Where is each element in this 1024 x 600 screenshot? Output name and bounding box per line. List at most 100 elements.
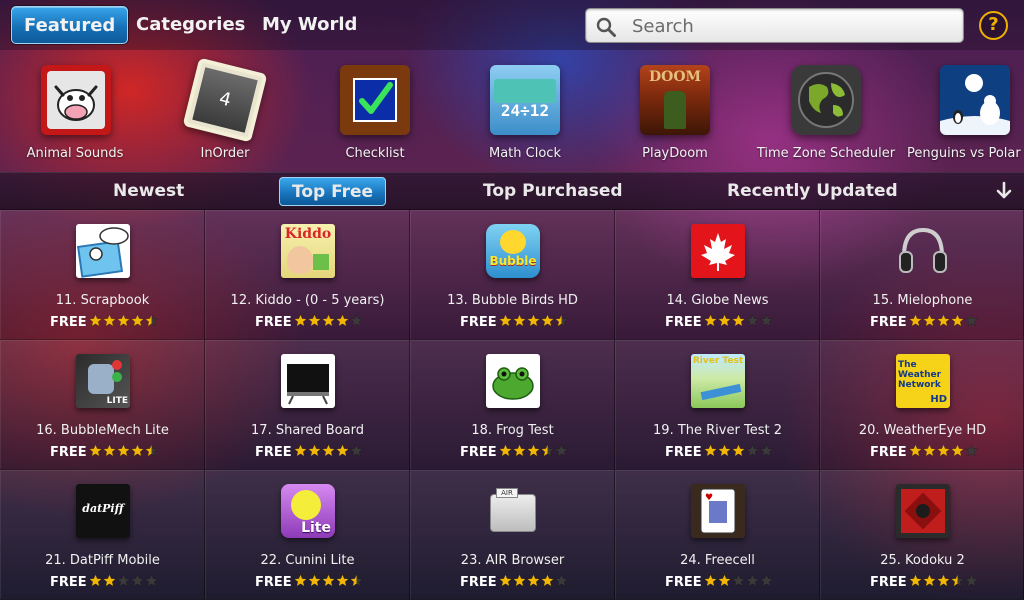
air-icon-text: AIR — [496, 488, 518, 498]
app-tile-scrapbook[interactable]: 11. Scrapbook FREE — [0, 210, 205, 340]
star-full-icon — [294, 574, 307, 587]
bubble-birds-icon-text: Bubble — [489, 254, 537, 268]
star-empty-icon — [965, 574, 978, 587]
app-tile-river-test[interactable]: River Test 19. The River Test 2 FREE — [615, 340, 820, 470]
search-input[interactable] — [632, 13, 952, 39]
app-name: 25. Kodoku 2 — [880, 553, 965, 568]
app-tile-kodoku[interactable]: 25. Kodoku 2 FREE — [820, 470, 1024, 600]
featured-label: Math Clock — [489, 146, 561, 161]
featured-item-math-clock[interactable]: 24÷12 Math Clock — [450, 50, 600, 172]
star-full-icon — [499, 574, 512, 587]
search-box[interactable] — [585, 8, 964, 43]
app-name: 23. AIR Browser — [460, 553, 565, 568]
river-test-icon-text: River Test — [692, 356, 744, 366]
star-empty-icon — [965, 444, 978, 457]
star-rating — [294, 314, 363, 328]
star-full-icon — [909, 574, 922, 587]
tab-top-purchased[interactable]: Top Purchased — [471, 177, 635, 206]
star-full-icon — [322, 574, 335, 587]
app-tile-freecell[interactable]: ♥ 24. Freecell FREE — [615, 470, 820, 600]
featured-item-animal-sounds[interactable]: Animal Sounds — [0, 50, 150, 172]
star-empty-icon — [760, 574, 773, 587]
app-tile-shared-board[interactable]: 17. Shared Board FREE — [205, 340, 410, 470]
math-clock-icon-text: 24÷12 — [500, 101, 550, 120]
star-empty-icon — [732, 574, 745, 587]
app-name: 11. Scrapbook — [55, 293, 150, 308]
star-empty-icon — [555, 574, 568, 587]
star-half-icon — [951, 574, 964, 587]
star-full-icon — [937, 574, 950, 587]
app-tile-mielophone[interactable]: 15. Mielophone FREE — [820, 210, 1024, 340]
star-empty-icon — [145, 574, 158, 587]
star-empty-icon — [965, 314, 978, 327]
star-full-icon — [322, 314, 335, 327]
featured-item-checklist[interactable]: Checklist — [300, 50, 450, 172]
star-rating — [294, 444, 363, 458]
app-tile-air-browser[interactable]: AIR 23. AIR Browser FREE — [410, 470, 615, 600]
star-full-icon — [909, 314, 922, 327]
kodoku-icon — [896, 484, 950, 538]
weather-network-icon: The Weather Network HD — [896, 354, 950, 408]
app-tile-kiddo[interactable]: Kiddo 12. Kiddo - (0 - 5 years) FREE — [205, 210, 410, 340]
star-full-icon — [704, 314, 717, 327]
featured-item-penguins[interactable]: Penguins vs Polar B — [900, 50, 1024, 172]
app-tile-globe-news[interactable]: 14. Globe News FREE — [615, 210, 820, 340]
star-rating — [499, 314, 568, 328]
kiddo-icon: Kiddo — [281, 224, 335, 278]
tab-top-free[interactable]: Top Free — [279, 177, 387, 206]
star-full-icon — [308, 314, 321, 327]
list-tab-bar: Newest Top Free Top Purchased Recently U… — [0, 172, 1024, 210]
nav-tab-my-world[interactable]: My World — [250, 6, 369, 44]
star-full-icon — [527, 444, 540, 457]
app-tile-weathereye[interactable]: The Weather Network HD 20. WeatherEye HD… — [820, 340, 1024, 470]
app-tile-frog-test[interactable]: 18. Frog Test FREE — [410, 340, 615, 470]
frog-icon — [486, 354, 540, 408]
star-full-icon — [718, 574, 731, 587]
app-tile-bubble-birds[interactable]: Bubble 13. Bubble Birds HD FREE — [410, 210, 615, 340]
app-grid: 11. Scrapbook FREE Kiddo 12. Kiddo - (0 … — [0, 210, 1024, 600]
star-full-icon — [308, 574, 321, 587]
star-full-icon — [499, 444, 512, 457]
tab-recently-updated[interactable]: Recently Updated — [715, 177, 910, 206]
app-name: 21. DatPiff Mobile — [45, 553, 160, 568]
app-name: 20. WeatherEye HD — [858, 423, 987, 438]
star-full-icon — [117, 444, 130, 457]
app-name: 24. Freecell — [680, 553, 755, 568]
star-full-icon — [937, 314, 950, 327]
app-price: FREE — [255, 575, 292, 590]
penguins-icon — [940, 65, 1010, 135]
animal-sounds-icon — [41, 65, 111, 135]
arrow-down-icon[interactable] — [994, 181, 1014, 201]
star-full-icon — [937, 444, 950, 457]
featured-item-inorder[interactable]: 4 InOrder — [150, 50, 300, 172]
star-rating — [909, 574, 978, 588]
app-name: 16. BubbleMech Lite — [36, 423, 169, 438]
star-full-icon — [909, 444, 922, 457]
star-full-icon — [89, 574, 102, 587]
star-full-icon — [89, 444, 102, 457]
star-empty-icon — [350, 444, 363, 457]
weather-icon-hd: HD — [930, 394, 947, 405]
star-full-icon — [499, 314, 512, 327]
star-full-icon — [103, 574, 116, 587]
star-full-icon — [336, 444, 349, 457]
star-full-icon — [923, 574, 936, 587]
featured-item-playdoom[interactable]: DOOM PlayDoom — [600, 50, 750, 172]
featured-label: Checklist — [345, 146, 405, 161]
nav-tab-categories[interactable]: Categories — [124, 6, 257, 44]
tab-newest[interactable]: Newest — [101, 177, 196, 206]
datpiff-icon-text: datPiff — [82, 502, 124, 515]
nav-tab-featured[interactable]: Featured — [11, 6, 129, 44]
inorder-icon-number: 4 — [192, 67, 258, 133]
featured-item-time-zone-scheduler[interactable]: Time Zone Scheduler — [751, 50, 901, 172]
app-tile-datpiff[interactable]: datPiff 21. DatPiff Mobile FREE — [0, 470, 205, 600]
cunini-icon: Lite — [281, 484, 335, 538]
app-price: FREE — [50, 315, 87, 330]
app-tile-cunini[interactable]: Lite 22. Cunini Lite FREE — [205, 470, 410, 600]
app-tile-bubblemech[interactable]: LITE 16. BubbleMech Lite FREE — [0, 340, 205, 470]
star-full-icon — [117, 314, 130, 327]
star-full-icon — [527, 314, 540, 327]
playdoom-logo: DOOM — [648, 69, 702, 85]
help-icon[interactable]: ? — [979, 11, 1008, 40]
star-full-icon — [951, 444, 964, 457]
